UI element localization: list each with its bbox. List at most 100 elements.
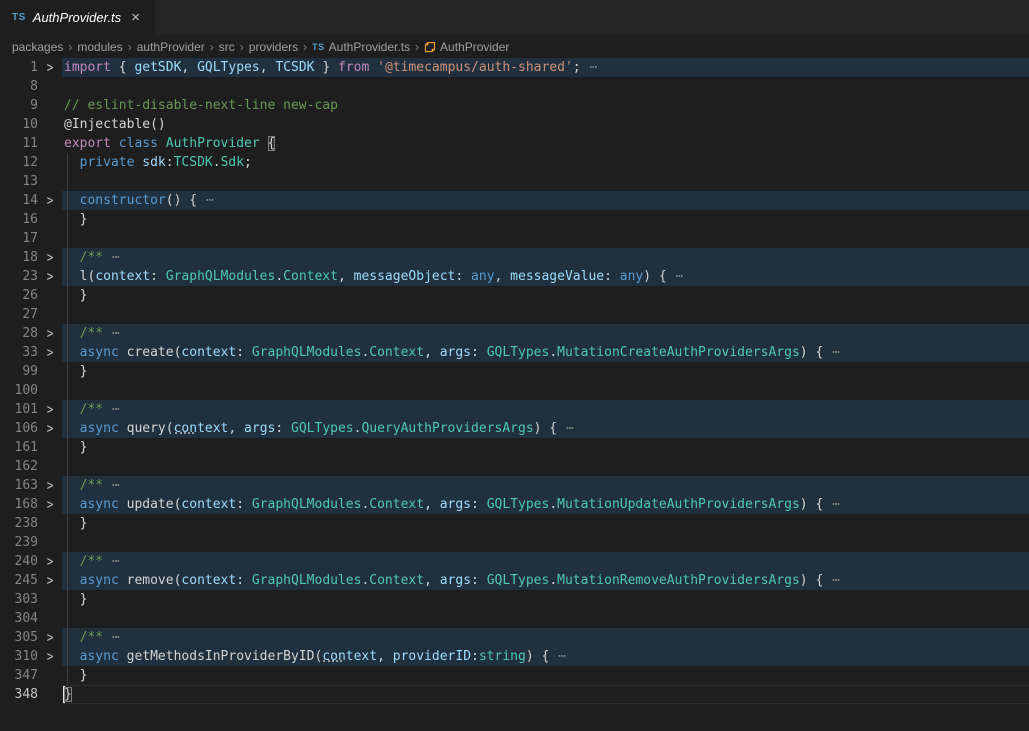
code-line-161[interactable]: 161 } [0, 438, 1029, 457]
code-line-10[interactable]: 10@Injectable() [0, 115, 1029, 134]
gutter: 12 [0, 153, 62, 172]
code-line-305[interactable]: 305> /** ⋯ [0, 628, 1029, 647]
code-content[interactable]: async create(context: GraphQLModules.Con… [62, 343, 1029, 362]
code-content[interactable]: } [62, 210, 1029, 229]
code-line-1[interactable]: 1>import { getSDK, GQLTypes, TCSDK } fro… [0, 58, 1029, 77]
code-token: } [64, 364, 87, 379]
code-line-14[interactable]: 14> constructor() { ⋯ [0, 191, 1029, 210]
code-line-99[interactable]: 99 } [0, 362, 1029, 381]
code-line-16[interactable]: 16 } [0, 210, 1029, 229]
code-line-310[interactable]: 310> async getMethodsInProviderByID(cont… [0, 647, 1029, 666]
line-number: 100 [0, 381, 38, 400]
code-content[interactable]: /** ⋯ [62, 552, 1029, 571]
breadcrumb-item-authprovider[interactable]: AuthProvider [424, 40, 509, 54]
code-content[interactable] [62, 305, 1029, 324]
code-line-240[interactable]: 240> /** ⋯ [0, 552, 1029, 571]
code-content[interactable]: /** ⋯ [62, 628, 1029, 647]
code-content[interactable]: constructor() { ⋯ [62, 191, 1029, 210]
code-line-12[interactable]: 12 private sdk:TCSDK.Sdk; [0, 153, 1029, 172]
code-line-168[interactable]: 168> async update(context: GraphQLModule… [0, 495, 1029, 514]
code-line-239[interactable]: 239 [0, 533, 1029, 552]
code-line-8[interactable]: 8 [0, 77, 1029, 96]
code-content[interactable]: l(context: GraphQLModules.Context, messa… [62, 267, 1029, 286]
code-line-27[interactable]: 27 [0, 305, 1029, 324]
code-content[interactable]: async remove(context: GraphQLModules.Con… [62, 571, 1029, 590]
code-line-26[interactable]: 26 } [0, 286, 1029, 305]
code-content[interactable] [62, 609, 1029, 628]
gutter: 33> [0, 343, 62, 362]
code-content[interactable] [62, 457, 1029, 476]
code-line-11[interactable]: 11export class AuthProvider { [0, 134, 1029, 153]
code-line-348[interactable]: 348} [0, 685, 1029, 704]
code-content[interactable]: } [62, 590, 1029, 609]
code-line-162[interactable]: 162 [0, 457, 1029, 476]
code-content[interactable]: } [62, 666, 1029, 685]
code-content[interactable]: // eslint-disable-next-line new-cap [62, 96, 1029, 115]
breadcrumb-item-src[interactable]: src [219, 40, 235, 54]
code-content[interactable]: } [62, 286, 1029, 305]
fold-chevron-icon[interactable]: > [38, 568, 62, 593]
fold-chevron-icon[interactable]: > [38, 264, 62, 289]
code-content[interactable]: @Injectable() [62, 115, 1029, 134]
code-line-28[interactable]: 28> /** ⋯ [0, 324, 1029, 343]
code-content[interactable]: /** ⋯ [62, 400, 1029, 419]
breadcrumb-item-authprovider-ts[interactable]: TSAuthProvider.ts [312, 40, 410, 54]
code-content[interactable] [62, 77, 1029, 96]
code-content[interactable] [62, 381, 1029, 400]
code-content[interactable]: /** ⋯ [62, 476, 1029, 495]
code-content[interactable]: async getMethodsInProviderByID(context, … [62, 647, 1029, 666]
fold-chevron-icon[interactable]: > [38, 188, 62, 213]
code-line-101[interactable]: 101> /** ⋯ [0, 400, 1029, 419]
code-content[interactable]: } [62, 514, 1029, 533]
gutter: 168> [0, 495, 62, 514]
code-content[interactable]: async update(context: GraphQLModules.Con… [62, 495, 1029, 514]
fold-chevron-icon[interactable]: > [38, 55, 62, 80]
code-line-13[interactable]: 13 [0, 172, 1029, 191]
fold-chevron-icon[interactable]: > [38, 492, 62, 517]
breadcrumb-item-authprovider[interactable]: authProvider [137, 40, 205, 54]
indent-guide [67, 172, 68, 191]
folded-code-ellipsis: ⋯ [197, 193, 215, 208]
code-line-347[interactable]: 347 } [0, 666, 1029, 685]
code-line-163[interactable]: 163> /** ⋯ [0, 476, 1029, 495]
code-line-245[interactable]: 245> async remove(context: GraphQLModule… [0, 571, 1029, 590]
code-line-303[interactable]: 303 } [0, 590, 1029, 609]
code-content[interactable]: export class AuthProvider { [62, 134, 1029, 153]
tab-authprovider-ts[interactable]: TS AuthProvider.ts × [0, 0, 155, 35]
code-token: import [64, 60, 111, 75]
code-content[interactable] [62, 172, 1029, 191]
code-line-9[interactable]: 9// eslint-disable-next-line new-cap [0, 96, 1029, 115]
code-line-238[interactable]: 238 } [0, 514, 1029, 533]
breadcrumb-item-providers[interactable]: providers [249, 40, 298, 54]
breadcrumb-separator-icon: › [303, 40, 307, 54]
code-line-33[interactable]: 33> async create(context: GraphQLModules… [0, 343, 1029, 362]
fold-chevron-icon[interactable]: > [38, 416, 62, 441]
code-line-23[interactable]: 23> l(context: GraphQLModules.Context, m… [0, 267, 1029, 286]
code-content[interactable]: async query(context, args: GQLTypes.Quer… [62, 419, 1029, 438]
fold-chevron-icon[interactable]: > [38, 340, 62, 365]
code-content[interactable]: } [62, 438, 1029, 457]
code-content[interactable]: private sdk:TCSDK.Sdk; [62, 153, 1029, 172]
code-line-18[interactable]: 18> /** ⋯ [0, 248, 1029, 267]
code-content[interactable]: import { getSDK, GQLTypes, TCSDK } from … [62, 58, 1029, 77]
code-content[interactable]: /** ⋯ [62, 324, 1029, 343]
line-number: 161 [0, 438, 38, 457]
code-content[interactable] [62, 533, 1029, 552]
code-content[interactable]: } [62, 362, 1029, 381]
code-line-304[interactable]: 304 [0, 609, 1029, 628]
code-line-106[interactable]: 106> async query(context, args: GQLTypes… [0, 419, 1029, 438]
code-content[interactable]: /** ⋯ [62, 248, 1029, 267]
code-editor[interactable]: 1>import { getSDK, GQLTypes, TCSDK } fro… [0, 58, 1029, 704]
code-line-17[interactable]: 17 [0, 229, 1029, 248]
line-number: 304 [0, 609, 38, 628]
breadcrumb-item-packages[interactable]: packages [12, 40, 63, 54]
code-token: ; [244, 155, 252, 170]
breadcrumb-item-modules[interactable]: modules [77, 40, 122, 54]
code-line-100[interactable]: 100 [0, 381, 1029, 400]
code-token: GraphQLModules [252, 345, 362, 360]
code-content[interactable]: } [62, 685, 1029, 704]
fold-chevron-icon[interactable]: > [38, 644, 62, 669]
close-icon[interactable]: × [128, 9, 143, 26]
code-token: ) { [800, 497, 823, 512]
code-content[interactable] [62, 229, 1029, 248]
